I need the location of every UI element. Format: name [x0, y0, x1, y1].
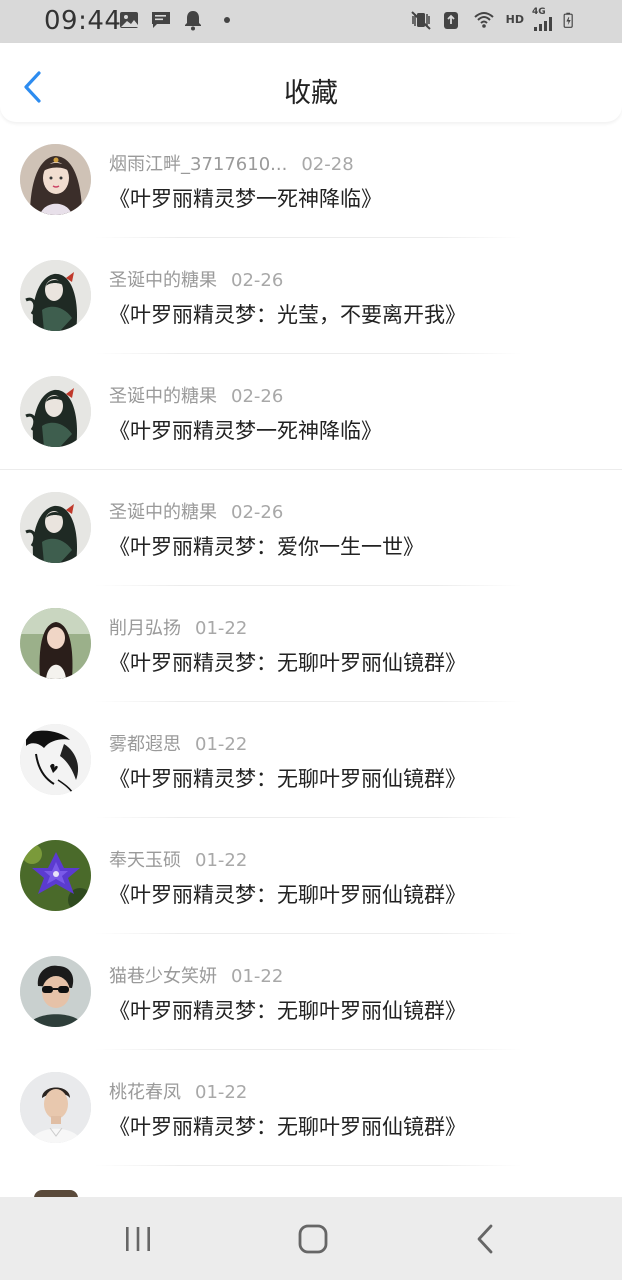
author-name: 圣诞中的糖果: [109, 270, 217, 291]
list-item[interactable]: 奉天玉硕 01-22 《叶罗丽精灵梦：无聊叶罗丽仙镜群》: [0, 818, 622, 934]
item-title: 《叶罗丽精灵梦一死神降临》: [109, 187, 382, 211]
home-icon[interactable]: [293, 1221, 333, 1257]
item-meta: 削月弘扬 01-22: [109, 614, 247, 640]
item-date: 01-22: [195, 734, 248, 755]
item-title: 《叶罗丽精灵梦：无聊叶罗丽仙镜群》: [109, 1115, 466, 1139]
network-gen-label: 4G: [532, 7, 546, 17]
recycle-icon: [443, 11, 458, 29]
page-title: 收藏: [284, 78, 338, 109]
author-name: 猫巷少女笑妍: [109, 966, 217, 987]
item-meta: 猫巷少女笑妍 01-22: [109, 962, 283, 988]
list-item[interactable]: 圣诞中的糖果 02-26 《叶罗丽精灵梦：光莹，不要离开我》: [0, 238, 622, 354]
list-item[interactable]: 烟雨江畔_3717610... 02-28 《叶罗丽精灵梦一死神降临》: [0, 122, 622, 238]
item-date: 01-22: [195, 618, 248, 639]
gallery-icon: [120, 12, 138, 28]
item-meta: 圣诞中的糖果 02-26: [109, 382, 283, 408]
hd-label: HD: [505, 13, 524, 26]
status-time: 09:44: [44, 6, 122, 36]
battery-charging-icon: [563, 12, 573, 28]
item-meta: 圣诞中的糖果 02-26: [109, 266, 283, 292]
signal-icon: [534, 17, 552, 31]
item-date: 01-22: [195, 850, 248, 871]
avatar[interactable]: [20, 144, 91, 215]
list-item[interactable]: 雾都遐思 01-22 《叶罗丽精灵梦：无聊叶罗丽仙镜群》: [0, 702, 622, 818]
vibrate-mute-icon: [410, 10, 431, 30]
author-name: 奉天玉硕: [109, 850, 181, 871]
avatar[interactable]: [20, 840, 91, 911]
signal-group: 4G: [532, 8, 554, 31]
screen: 09:44 HD 4G 收藏 烟雨江畔_3717610... 02-28 《叶罗…: [0, 0, 622, 1280]
author-name: 桃花春凤: [109, 1082, 181, 1103]
author-name: 雾都遐思: [109, 734, 181, 755]
item-meta: 圣诞中的糖果 02-26: [109, 498, 283, 524]
author-name: 圣诞中的糖果: [109, 502, 217, 523]
favorites-list: 烟雨江畔_3717610... 02-28 《叶罗丽精灵梦一死神降临》 圣诞中的糖果 0…: [0, 122, 622, 1166]
item-meta: 奉天玉硕 01-22: [109, 846, 247, 872]
avatar[interactable]: [20, 724, 91, 795]
header: 收藏: [0, 43, 622, 122]
notification-bell-icon: [185, 11, 201, 31]
avatar[interactable]: [20, 376, 91, 447]
item-date: 02-26: [231, 270, 284, 291]
author-name: 削月弘扬: [109, 618, 181, 639]
status-right-icons: HD 4G: [410, 8, 578, 31]
avatar[interactable]: [20, 1072, 91, 1143]
status-left-icons: [118, 9, 230, 31]
item-date: 02-28: [301, 154, 354, 175]
more-notifications-dot-icon: [224, 17, 230, 23]
item-title: 《叶罗丽精灵梦：光莹，不要离开我》: [109, 303, 466, 327]
item-title: 《叶罗丽精灵梦：无聊叶罗丽仙镜群》: [109, 767, 466, 791]
author-name: 圣诞中的糖果: [109, 386, 217, 407]
list-item[interactable]: 猫巷少女笑妍 01-22 《叶罗丽精灵梦：无聊叶罗丽仙镜群》: [0, 934, 622, 1050]
item-date: 02-26: [231, 386, 284, 407]
message-icon: [152, 12, 170, 28]
item-title: 《叶罗丽精灵梦：无聊叶罗丽仙镜群》: [109, 883, 466, 907]
item-meta: 雾都遐思 01-22: [109, 730, 247, 756]
item-meta: 烟雨江畔_3717610... 02-28: [109, 150, 354, 176]
list-item[interactable]: 圣诞中的糖果 02-26 《叶罗丽精灵梦一死神降临》: [0, 354, 622, 470]
author-name: 烟雨江畔_3717610...: [109, 154, 288, 175]
wifi-icon: [473, 11, 494, 28]
avatar[interactable]: [20, 956, 91, 1027]
avatar[interactable]: [20, 492, 91, 563]
item-meta: 桃花春凤 01-22: [109, 1078, 247, 1104]
avatar[interactable]: [20, 608, 91, 679]
item-title: 《叶罗丽精灵梦：无聊叶罗丽仙镜群》: [109, 999, 466, 1023]
item-title: 《叶罗丽精灵梦：无聊叶罗丽仙镜群》: [109, 651, 466, 675]
item-date: 02-26: [231, 502, 284, 523]
item-date: 01-22: [231, 966, 284, 987]
item-title: 《叶罗丽精灵梦一死神降临》: [109, 419, 382, 443]
system-nav-bar: [0, 1197, 622, 1280]
list-item[interactable]: 桃花春凤 01-22 《叶罗丽精灵梦：无聊叶罗丽仙镜群》: [0, 1050, 622, 1166]
item-date: 01-22: [195, 1082, 248, 1103]
back-icon[interactable]: [466, 1221, 506, 1257]
list-item[interactable]: 圣诞中的糖果 02-26 《叶罗丽精灵梦：爱你一生一世》: [0, 470, 622, 586]
status-bar: 09:44 HD 4G: [0, 0, 622, 43]
list-item[interactable]: 削月弘扬 01-22 《叶罗丽精灵梦：无聊叶罗丽仙镜群》: [0, 586, 622, 702]
avatar[interactable]: [20, 260, 91, 331]
recents-icon[interactable]: [118, 1221, 158, 1257]
item-title: 《叶罗丽精灵梦：爱你一生一世》: [109, 535, 424, 559]
divider: [95, 1165, 522, 1166]
